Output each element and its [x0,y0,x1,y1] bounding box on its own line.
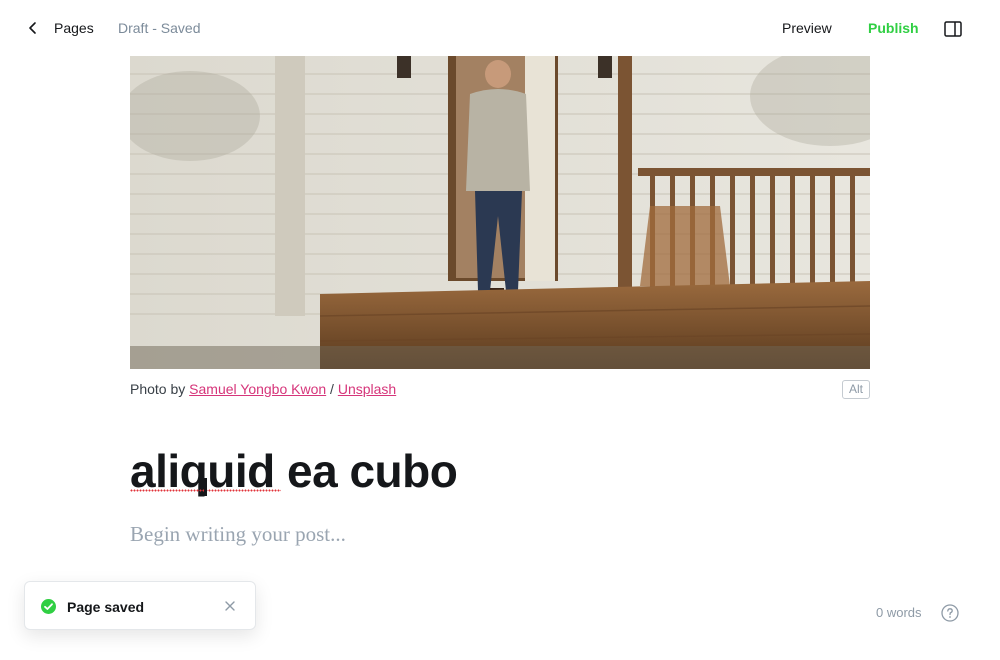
toast-message: Page saved [67,599,145,615]
word-count: 0 words [876,605,922,620]
close-icon[interactable] [224,600,236,612]
save-notification-toast: Page saved [24,581,256,630]
caption-separator: / [330,381,334,397]
preview-button[interactable]: Preview [782,20,832,36]
caption-prefix: Photo by [130,381,186,397]
publish-button[interactable]: Publish [868,20,919,36]
chevron-left-icon[interactable] [26,20,40,36]
alt-text-button[interactable]: Alt [842,380,870,399]
author-link[interactable]: Samuel Yongbo Kwon [189,381,326,397]
save-status: Draft - Saved [118,20,201,36]
source-link[interactable]: Unsplash [338,381,396,397]
check-circle-icon [41,599,56,614]
image-caption[interactable]: Photo by Samuel Yongbo Kwon / Unsplash [130,381,396,397]
editor-header: Pages Draft - Saved Preview Publish [0,0,1000,56]
back-to-pages-link[interactable]: Pages [54,20,94,36]
text-cursor [204,478,207,496]
post-body-editor[interactable]: Begin writing your post... [130,522,346,547]
feature-image[interactable] [130,56,870,369]
sidebar-toggle-icon[interactable] [944,21,962,37]
help-icon[interactable] [941,604,959,622]
